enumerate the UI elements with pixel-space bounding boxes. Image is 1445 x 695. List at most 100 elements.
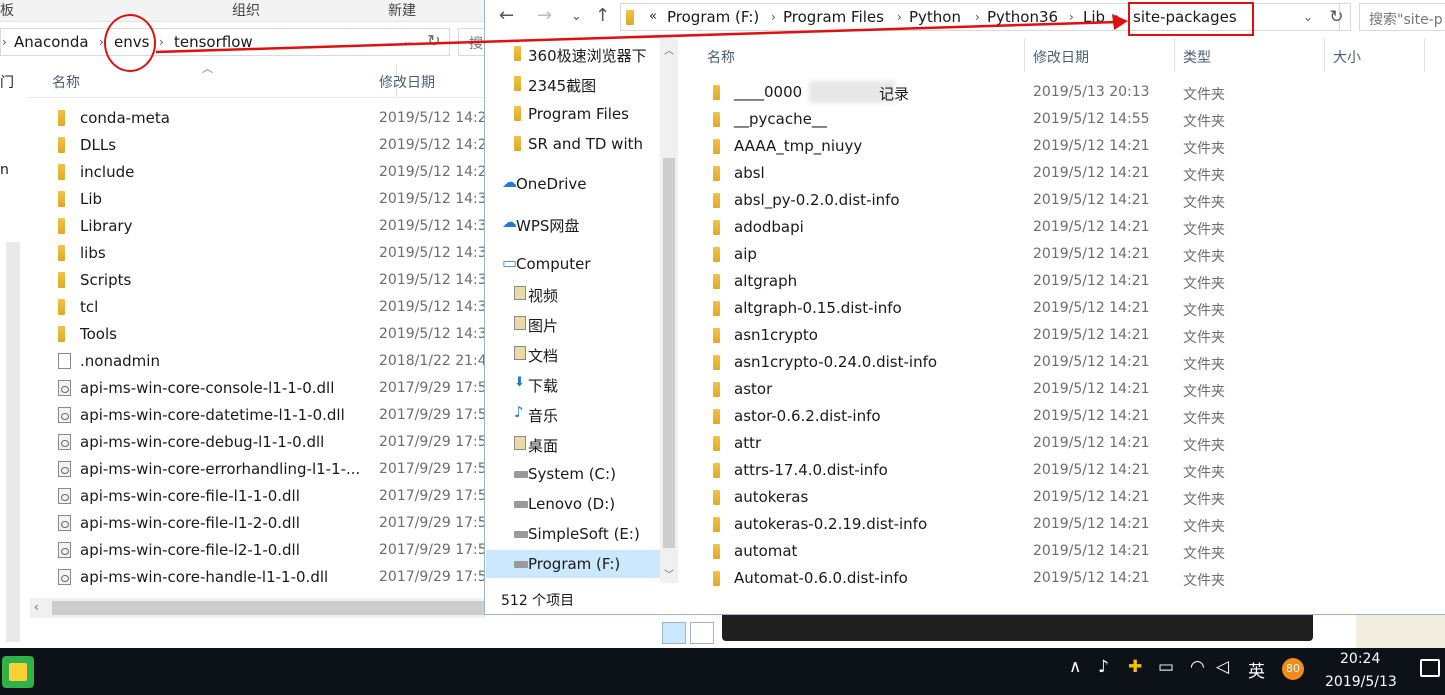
file-row[interactable]: api-ms-win-core-console-l1-1-0.dll 2017/9… <box>28 375 487 402</box>
folder-row[interactable]: astor-0.6.2.dist-info 2019/5/12 14:21 文件夹 <box>679 403 1445 430</box>
back-address-bar[interactable]: › Anaconda › envs › tensorflow ⌄ <box>0 28 450 56</box>
file-row[interactable]: api-ms-win-core-errorhandling-l1-1-... 20… <box>28 456 487 483</box>
ime-indicator[interactable]: 英 <box>1248 657 1265 682</box>
file-row[interactable]: Library 2019/5/12 14:3 <box>28 213 487 240</box>
nav-item[interactable]: ☁ OneDrive <box>486 170 660 198</box>
folder-row[interactable]: attr 2019/5/12 14:21 文件夹 <box>679 430 1445 457</box>
column-header-date[interactable]: 修改日期 <box>1033 47 1089 67</box>
file-row[interactable]: Scripts 2019/5/12 14:3 <box>28 267 487 294</box>
column-header-name[interactable]: 名称 <box>707 47 735 67</box>
folder-row[interactable]: astor 2019/5/12 14:21 文件夹 <box>679 376 1445 403</box>
nav-item[interactable]: Lenovo (D:) <box>486 490 660 518</box>
folder-row[interactable]: Automat-0.6.0.dist-info 2019/5/12 14:21 文件… <box>679 565 1445 592</box>
nav-item[interactable]: 文档 <box>486 340 660 368</box>
notification-bell-icon[interactable]: ♪ <box>1098 657 1109 677</box>
file-row[interactable]: DLLs 2019/5/12 14:2 <box>28 132 487 159</box>
breadcrumb-item[interactable]: Lib <box>1083 8 1105 26</box>
nav-item[interactable]: 桌面 <box>486 430 660 458</box>
recent-locations-icon[interactable]: ⌄ <box>571 9 582 24</box>
refresh-icon[interactable]: ↻ <box>422 31 446 53</box>
file-row[interactable]: conda-meta 2019/5/12 14:2 <box>28 105 487 132</box>
folder-row[interactable]: asn1crypto 2019/5/12 14:21 文件夹 <box>679 322 1445 349</box>
scroll-left-icon[interactable]: ‹ <box>34 600 39 614</box>
folder-row[interactable]: __pycache__ 2019/5/12 14:55 文件夹 <box>679 106 1445 133</box>
back-horizontal-scrollbar[interactable]: ‹ <box>30 598 486 618</box>
nav-item[interactable]: 2345截图 <box>486 70 660 98</box>
file-row[interactable]: api-ms-win-core-file-l1-2-0.dll 2017/9/29… <box>28 510 487 537</box>
nav-scrollbar[interactable] <box>6 242 20 642</box>
breadcrumb-item[interactable]: Program (F:) <box>667 8 759 26</box>
folder-row[interactable]: autokeras-0.2.19.dist-info 2019/5/12 14:2… <box>679 511 1445 538</box>
file-row[interactable]: .nonadmin 2018/1/22 21:4 <box>28 348 487 375</box>
column-header-date[interactable]: 修改日期 <box>379 72 435 92</box>
security-plus-icon[interactable]: ✚ <box>1128 657 1142 677</box>
breadcrumb-item[interactable]: tensorflow <box>174 33 253 51</box>
nav-item[interactable]: System (C:) <box>486 460 660 488</box>
folder-row[interactable]: automat 2019/5/12 14:21 文件夹 <box>679 538 1445 565</box>
folder-row[interactable]: AAAA_tmp_niuyy 2019/5/12 14:21 文件夹 <box>679 133 1445 160</box>
clock-date[interactable]: 2019/5/13 <box>1325 674 1397 690</box>
file-row[interactable]: api-ms-win-core-file-l1-1-0.dll 2017/9/29… <box>28 483 487 510</box>
nav-item[interactable]: 360极速浏览器下 <box>486 40 660 68</box>
column-header-name[interactable]: 名称 <box>52 72 80 92</box>
scrollbar-thumb[interactable] <box>663 158 675 548</box>
large-icons-view-icon[interactable] <box>690 622 714 644</box>
nav-item[interactable]: ⬇ 下载 <box>486 370 660 398</box>
folder-row[interactable]: altgraph 2019/5/12 14:21 文件夹 <box>679 268 1445 295</box>
file-row[interactable]: api-ms-win-core-datetime-l1-1-0.dll 2017/… <box>28 402 487 429</box>
column-header-size[interactable]: 大小 <box>1333 47 1361 67</box>
file-row[interactable]: include 2019/5/12 14:2 <box>28 159 487 186</box>
nav-item[interactable]: SR and TD with <box>486 130 660 158</box>
column-divider[interactable] <box>1174 38 1175 72</box>
ribbon-group-organize[interactable]: 组织 <box>232 0 260 20</box>
battery-icon[interactable]: ▭ <box>1158 657 1174 677</box>
scroll-down-icon[interactable]: ﹀ <box>664 566 674 581</box>
nav-item[interactable]: ▭ Computer <box>486 250 660 278</box>
refresh-icon[interactable]: ↻ <box>1323 3 1351 31</box>
nav-pane-scrollbar[interactable]: ︿ ﹀ <box>660 38 678 583</box>
breadcrumb-item[interactable]: Python <box>909 8 961 26</box>
breadcrumb-item[interactable]: Anaconda <box>14 33 89 51</box>
folder-row[interactable]: attrs-17.4.0.dist-info 2019/5/12 14:21 文件夹 <box>679 457 1445 484</box>
nav-item[interactable]: ☁ WPS网盘 <box>486 210 660 238</box>
nav-item[interactable]: 视频 <box>486 280 660 308</box>
file-row[interactable]: Lib 2019/5/12 14:3 <box>28 186 487 213</box>
clock-time[interactable]: 20:24 <box>1340 651 1380 667</box>
address-dropdown-icon[interactable]: ⌄ <box>1303 10 1313 24</box>
folder-row[interactable]: adodbapi 2019/5/12 14:21 文件夹 <box>679 214 1445 241</box>
folder-row[interactable]: autokeras 2019/5/12 14:21 文件夹 <box>679 484 1445 511</box>
back-arrow-icon[interactable]: ← <box>499 5 514 26</box>
folder-row[interactable]: aip 2019/5/12 14:21 文件夹 <box>679 241 1445 268</box>
scrollbar-thumb[interactable] <box>52 601 486 615</box>
column-divider[interactable] <box>1324 38 1325 72</box>
breadcrumb-item[interactable]: Python36 <box>987 8 1058 26</box>
volume-icon[interactable]: ◁ <box>1216 657 1229 677</box>
nav-item[interactable]: SimpleSoft (E:) <box>486 520 660 548</box>
folder-row[interactable]: absl_py-0.2.0.dist-info 2019/5/12 14:21 文件… <box>679 187 1445 214</box>
file-row[interactable]: api-ms-win-core-debug-l1-1-0.dll 2017/9/2… <box>28 429 487 456</box>
action-center-icon[interactable] <box>1420 659 1440 677</box>
folder-row[interactable]: asn1crypto-0.24.0.dist-info 2019/5/12 14:… <box>679 349 1445 376</box>
nav-item[interactable]: ♪ 音乐 <box>486 400 660 428</box>
column-header-type[interactable]: 类型 <box>1183 47 1211 67</box>
ribbon-group-new[interactable]: 新建 <box>388 0 416 20</box>
breadcrumb-item[interactable]: Program Files <box>783 8 884 26</box>
folder-row[interactable]: altgraph-0.15.dist-info 2019/5/12 14:21 文件… <box>679 295 1445 322</box>
address-dropdown-icon[interactable]: ⌄ <box>403 34 413 48</box>
folder-row[interactable]: absl 2019/5/12 14:21 文件夹 <box>679 160 1445 187</box>
file-row[interactable]: tcl 2019/5/12 14:3 <box>28 294 487 321</box>
file-row[interactable]: api-ms-win-core-handle-l1-1-0.dll 2017/9/… <box>28 564 487 591</box>
file-row[interactable]: Tools 2019/5/12 14:3 <box>28 321 487 348</box>
details-view-icon[interactable] <box>662 622 686 644</box>
scroll-up-icon[interactable]: ︿ <box>664 42 674 57</box>
file-row[interactable]: libs 2019/5/12 14:3 <box>28 240 487 267</box>
file-row[interactable]: api-ms-win-core-file-l2-1-0.dll 2017/9/29… <box>28 537 487 564</box>
app-launcher-icon[interactable] <box>2 656 34 688</box>
nav-item[interactable]: 图片 <box>486 310 660 338</box>
folder-row[interactable]: ____0000 记录 2019/5/13 20:13 文件夹 <box>679 79 1445 106</box>
up-arrow-icon[interactable]: ↑ <box>595 5 610 26</box>
column-divider[interactable] <box>1024 38 1025 72</box>
wifi-icon[interactable]: ◠ <box>1190 657 1205 677</box>
forward-arrow-icon[interactable]: → <box>537 5 552 26</box>
show-hidden-icons-icon[interactable]: ∧ <box>1069 657 1081 677</box>
